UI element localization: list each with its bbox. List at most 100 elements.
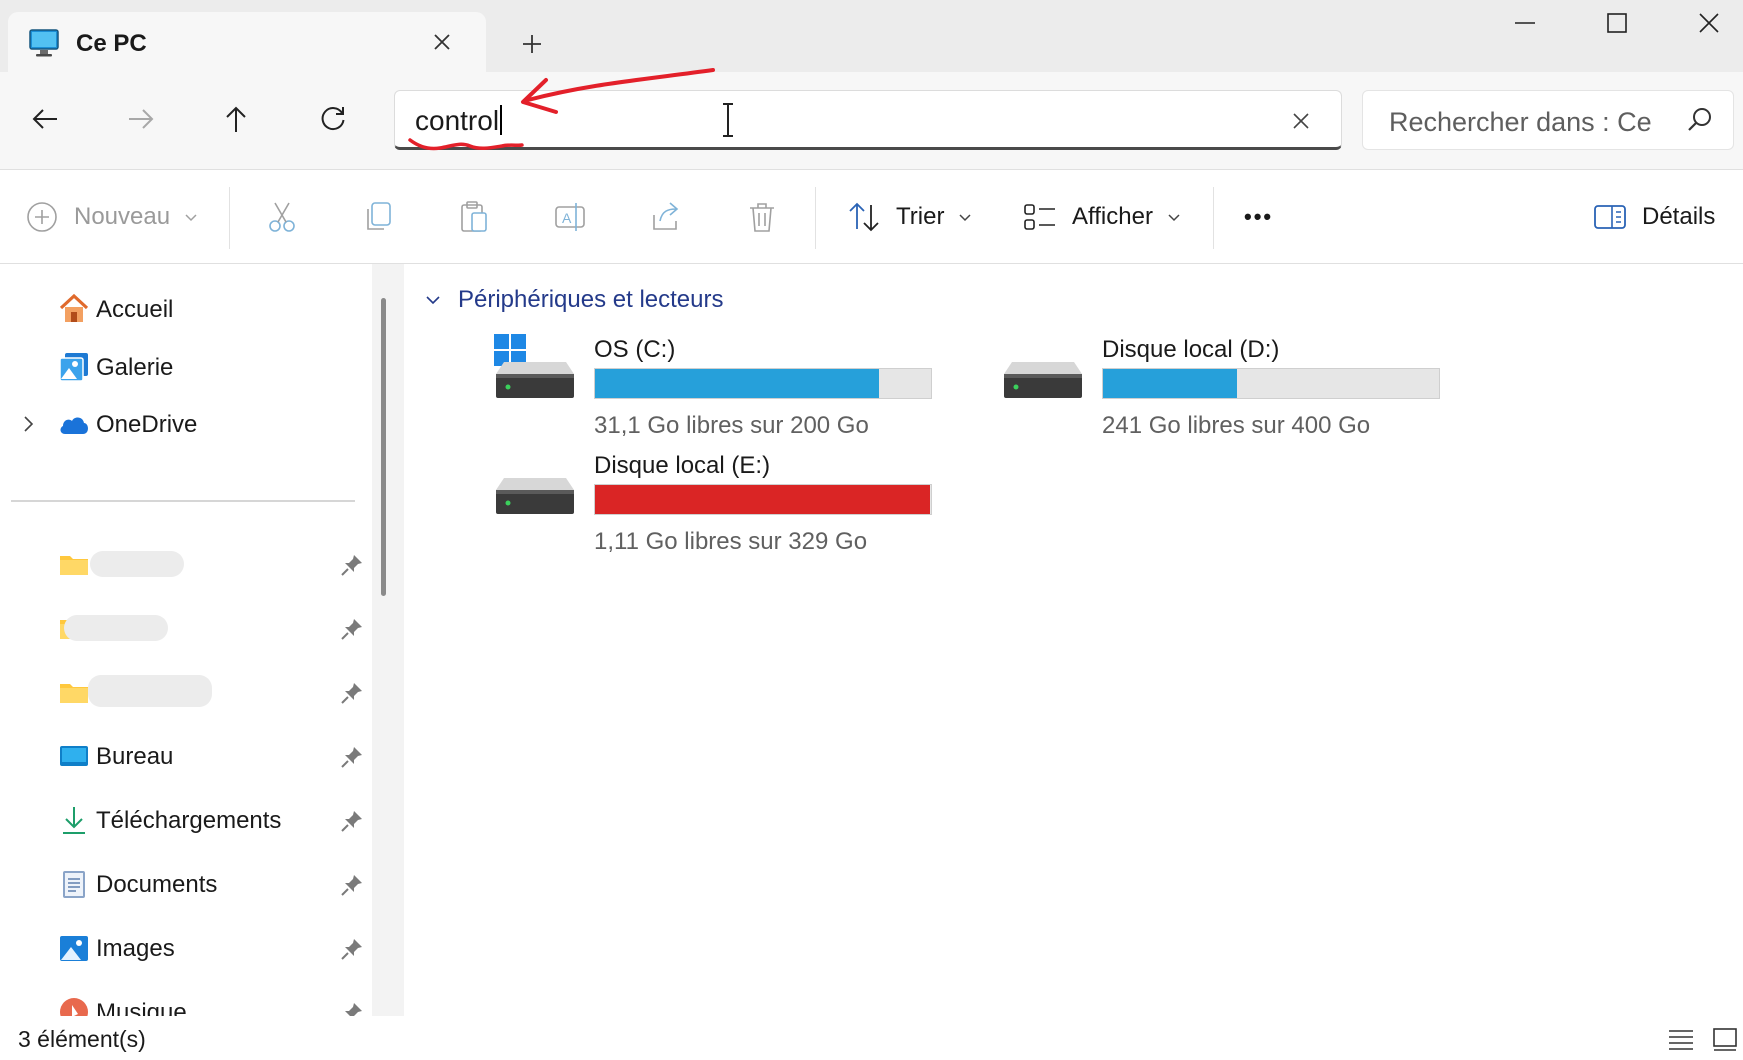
cut-button[interactable] (264, 193, 300, 241)
address-input-value[interactable]: control (415, 105, 503, 137)
close-icon (1293, 113, 1309, 129)
copy-icon (367, 202, 391, 230)
toolbar-divider (229, 187, 230, 249)
chevron-right-icon[interactable] (18, 413, 38, 435)
refresh-icon (321, 107, 345, 131)
close-icon (434, 34, 450, 50)
new-tab-button[interactable] (512, 24, 552, 64)
trash-icon (750, 203, 774, 232)
redacted-label (90, 551, 184, 577)
hard-drive-icon (496, 478, 574, 514)
sidebar-item-gallery[interactable]: Galerie (0, 344, 360, 390)
pin-icon[interactable] (340, 745, 364, 769)
devices-group-header[interactable]: Périphériques et lecteurs (424, 286, 723, 314)
sidebar-scroll-track[interactable] (372, 264, 404, 1016)
downloads-icon (63, 807, 85, 834)
sidebar-item-pictures[interactable]: Images (0, 925, 362, 971)
sidebar-item-pinned-folder[interactable] (0, 541, 362, 587)
new-button[interactable]: Nouveau (24, 193, 198, 241)
share-icon (653, 202, 679, 230)
drive-free-space: 1,11 Go libres sur 329 Go (594, 528, 868, 555)
group-title: Périphériques et lecteurs (458, 286, 724, 313)
more-options-button[interactable]: ••• (1244, 193, 1273, 241)
rename-button[interactable]: A (552, 193, 588, 241)
view-list-icon (1024, 204, 1055, 230)
drive-tile[interactable]: Disque local (E:) 1,11 Go libres sur 329… (488, 446, 958, 556)
copy-button[interactable] (360, 193, 396, 241)
sidebar-item-documents[interactable]: Documents (0, 861, 362, 907)
close-icon (1699, 13, 1719, 33)
search-input[interactable]: Rechercher dans : Ce PC (1362, 90, 1734, 150)
drive-usage-fill (1103, 369, 1237, 398)
svg-text:A: A (562, 210, 572, 226)
sidebar-item-pinned-folder[interactable] (0, 605, 362, 651)
tiles-view-icon (1713, 1028, 1737, 1051)
sidebar-item-downloads[interactable]: Téléchargements (0, 797, 362, 843)
refresh-button[interactable] (308, 94, 358, 144)
drive-free-space: 31,1 Go libres sur 200 Go (594, 412, 869, 439)
address-clear-button[interactable] (1285, 105, 1317, 137)
rename-icon: A (555, 203, 585, 231)
minimize-button[interactable] (1480, 0, 1570, 46)
details-pane-button[interactable]: Détails (1592, 193, 1715, 241)
drive-free-space: 241 Go libres sur 400 Go (1102, 412, 1371, 439)
details-pane-label: Détails (1642, 203, 1716, 230)
folder-icon (60, 684, 88, 703)
pin-icon[interactable] (340, 873, 364, 897)
sidebar-item-home[interactable]: Accueil (0, 286, 360, 332)
item-count: 3 élément(s) (18, 1026, 146, 1052)
drive-tile[interactable]: Disque local (D:) 241 Go libres sur 400 … (996, 330, 1466, 440)
more-options-icon: ••• (1244, 204, 1274, 229)
search-placeholder: Rechercher dans : Ce PC (1389, 107, 1661, 137)
hard-drive-icon (1004, 362, 1082, 398)
sort-button[interactable]: Trier (846, 193, 972, 241)
redacted-label (64, 615, 168, 641)
maximize-button[interactable] (1572, 0, 1662, 46)
forward-button[interactable] (116, 94, 166, 144)
new-button-label: Nouveau (74, 203, 171, 230)
sidebar-divider (11, 500, 355, 502)
home-icon (59, 293, 89, 322)
drive-name: Disque local (D:) (1102, 336, 1280, 363)
drive-tile[interactable]: OS (C:) 31,1 Go libres sur 200 Go (488, 330, 958, 440)
paste-clipboard-icon (461, 201, 487, 232)
sort-button-label: Trier (896, 203, 945, 230)
sidebar-item-label: Images (96, 935, 175, 962)
back-button[interactable] (20, 94, 70, 144)
onedrive-cloud-icon (60, 417, 88, 434)
paste-button[interactable] (456, 193, 492, 241)
pin-icon[interactable] (340, 937, 364, 961)
tiles-view-button[interactable] (1710, 1024, 1740, 1054)
delete-button[interactable] (744, 193, 780, 241)
address-input[interactable]: control (394, 90, 1342, 150)
search-icon (1688, 108, 1711, 131)
sidebar-item-label: Documents (96, 871, 218, 898)
details-view-button[interactable] (1666, 1024, 1696, 1054)
view-button-label: Afficher (1072, 203, 1153, 230)
arrow-right-icon (129, 109, 154, 129)
sidebar-item-onedrive[interactable]: OneDrive (0, 401, 360, 447)
sidebar-item-desktop[interactable]: Bureau (0, 733, 362, 779)
close-window-button[interactable] (1664, 0, 1743, 46)
tab-title: Ce PC (76, 30, 147, 57)
pin-icon[interactable] (340, 681, 364, 705)
tab-this-pc[interactable]: Ce PC (8, 12, 486, 74)
tab-close-button[interactable] (426, 26, 458, 58)
drive-usage-bar (1102, 368, 1440, 399)
pin-icon[interactable] (340, 809, 364, 833)
pin-icon[interactable] (340, 1001, 364, 1016)
sidebar-scrollbar-thumb[interactable] (381, 298, 386, 596)
sidebar-item-music[interactable]: Musique (0, 989, 362, 1016)
sidebar-item-pinned-folder[interactable] (0, 669, 362, 715)
sort-arrows-icon (849, 202, 879, 232)
main-content: Périphériques et lecteurs OS (C:) 31,1 G… (404, 264, 1743, 1016)
text-cursor-icon (723, 103, 733, 137)
sidebar-item-label: Accueil (96, 296, 174, 323)
pin-icon[interactable] (340, 553, 364, 577)
up-button[interactable] (211, 94, 261, 144)
view-button[interactable]: Afficher (1022, 193, 1181, 241)
windows-drive-icon (494, 334, 574, 398)
pin-icon[interactable] (340, 617, 364, 641)
share-button[interactable] (648, 193, 684, 241)
details-pane-icon (1594, 205, 1626, 229)
